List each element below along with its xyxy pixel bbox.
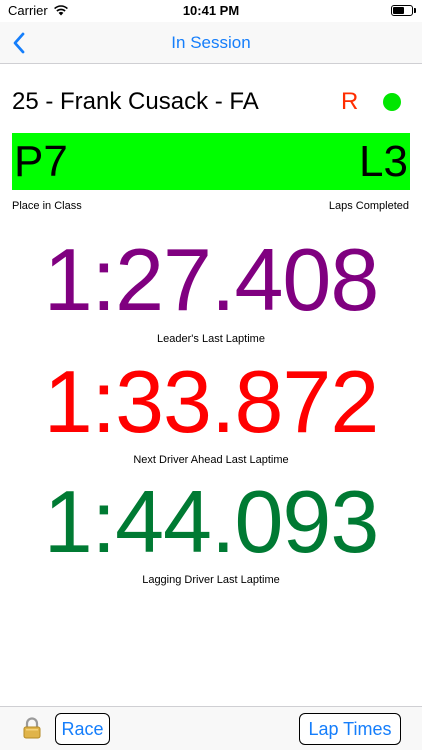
- driver-name: 25 - Frank Cusack - FA: [12, 88, 259, 115]
- lap-times-button[interactable]: Lap Times: [299, 713, 401, 745]
- lock-icon[interactable]: [22, 717, 42, 739]
- battery-tip: [414, 8, 416, 13]
- place-label: Place in Class: [12, 200, 82, 212]
- position-bar: P7 L3: [12, 133, 410, 190]
- ahead-laptime: 1:33.872: [43, 352, 380, 451]
- place-value: P7: [14, 137, 68, 186]
- race-button[interactable]: Race: [55, 713, 110, 745]
- leader-laptime: 1:27.408: [43, 230, 380, 329]
- lagging-laptime-label: Lagging Driver Last Laptime: [142, 574, 280, 586]
- leader-laptime-label: Leader's Last Laptime: [157, 333, 265, 345]
- page-title: In Session: [171, 33, 251, 52]
- lagging-laptime: 1:44.093: [43, 472, 380, 571]
- clock: 10:41 PM: [182, 3, 240, 18]
- status-bar: Carrier 10:41 PM: [0, 0, 422, 22]
- nav-bar: In Session: [0, 22, 422, 64]
- battery-icon: [391, 5, 413, 16]
- status-indicator-dot: [383, 93, 401, 111]
- flag-indicator: R: [341, 88, 359, 115]
- laps-value: L3: [359, 137, 408, 186]
- ahead-laptime-label: Next Driver Ahead Last Laptime: [133, 454, 289, 466]
- bottom-toolbar: Race Lap Times: [0, 706, 422, 750]
- laps-label: Laps Completed: [328, 200, 409, 212]
